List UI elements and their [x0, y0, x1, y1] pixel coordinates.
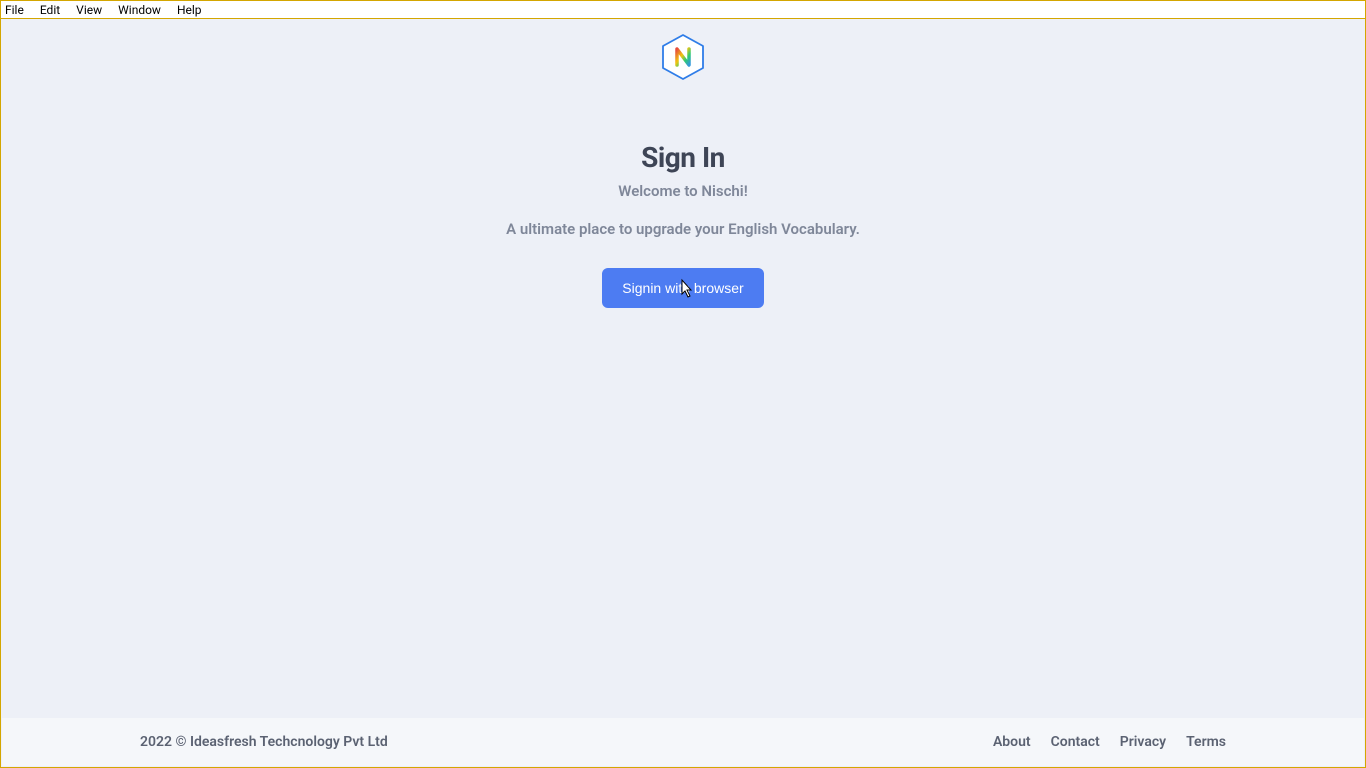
menu-edit[interactable]: Edit	[32, 3, 68, 17]
footer-link-privacy[interactable]: Privacy	[1120, 734, 1166, 750]
page-title: Sign In	[641, 141, 725, 174]
footer-link-contact[interactable]: Contact	[1051, 734, 1100, 750]
footer-links: About Contact Privacy Terms	[993, 734, 1226, 750]
signin-with-browser-button[interactable]: Signin with browser	[602, 268, 763, 308]
footer-link-terms[interactable]: Terms	[1186, 734, 1226, 750]
main-content: Sign In Welcome to Nischi! A ultimate pl…	[2, 19, 1364, 718]
app-logo	[659, 33, 707, 81]
welcome-text: Welcome to Nischi!	[618, 182, 747, 200]
menu-file[interactable]: File	[3, 3, 32, 17]
logo-hexagon-icon	[659, 33, 707, 81]
copyright-text: 2022 © Ideasfresh Techcnology Pvt Ltd	[140, 734, 388, 750]
tagline-text: A ultimate place to upgrade your English…	[506, 220, 860, 238]
footer: 2022 © Ideasfresh Techcnology Pvt Ltd Ab…	[2, 718, 1364, 766]
menu-help[interactable]: Help	[169, 3, 210, 17]
menubar: File Edit View Window Help	[1, 1, 1365, 19]
menu-window[interactable]: Window	[110, 3, 169, 17]
footer-link-about[interactable]: About	[993, 734, 1031, 750]
menu-view[interactable]: View	[68, 3, 110, 17]
